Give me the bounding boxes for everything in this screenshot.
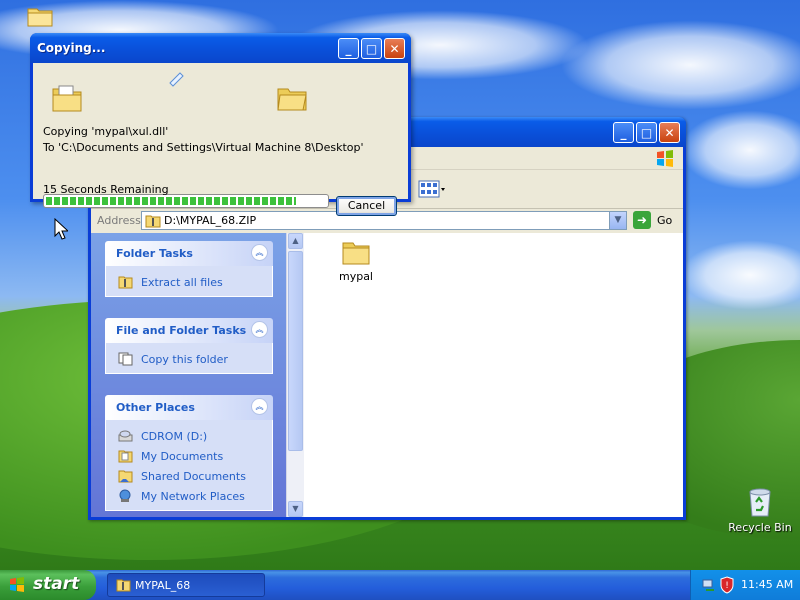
task-label: Extract all files [141,276,223,289]
extract-icon [118,276,133,289]
file-label: mypal [338,270,373,283]
progress-fill [46,197,296,205]
source-folder-icon [52,85,82,112]
task-pane: Folder Tasks ︽ Extract all files File an… [91,233,286,517]
zip-folder-icon [116,579,131,592]
close-button[interactable]: ✕ [384,38,405,59]
taskbar-item-label: MYPAL_68 [135,579,191,592]
address-dropdown-button[interactable]: ▼ [609,212,626,229]
progress-bar [43,194,329,208]
svg-text:!: ! [725,581,729,591]
taskbar-item-mypal[interactable]: MYPAL_68 [107,573,265,597]
place-my-documents[interactable]: My Documents [106,446,272,466]
vertical-scrollbar[interactable]: ▲ ▼ [286,233,304,517]
panel-body: Extract all files [105,266,273,297]
place-label: CDROM (D:) [141,430,208,443]
time-remaining: 15 Seconds Remaining [43,183,169,196]
scroll-down-button[interactable]: ▼ [288,501,303,517]
panel-folder-tasks: Folder Tasks ︽ Extract all files [105,241,273,297]
dialog-titlebar[interactable]: Copying... _ □ ✕ [30,33,411,63]
panel-title: Other Places [116,401,195,414]
folder-icon [342,242,370,265]
documents-icon [118,450,133,463]
windows-logo-icon [657,150,673,167]
panel-title: File and Folder Tasks [116,324,247,337]
copy-icon [118,352,133,366]
task-label: Copy this folder [141,353,228,366]
network-icon [119,489,131,502]
cloud [560,20,800,110]
dialog-title: Copying... [37,41,106,55]
destination-folder-icon [277,88,307,111]
views-icon [418,180,445,198]
place-my-network-places[interactable]: My Network Places [106,486,272,506]
panel-body: CDROM (D:) My Documents Shared Documents [105,420,273,511]
go-button[interactable]: ➜ Go [633,211,673,230]
views-button[interactable] [418,179,446,199]
place-label: My Documents [141,450,224,463]
shared-folder-icon [118,470,133,483]
panel-other-places: Other Places ︽ CDROM (D:) My Documents S… [105,395,273,511]
windows-flag-icon [10,577,24,592]
minimize-button[interactable]: _ [613,122,634,143]
recycle-bin-icon [749,488,771,517]
place-label: My Network Places [141,490,245,503]
copying-filename: Copying 'mypal\xul.dll' [43,125,169,138]
file-item-mypal[interactable]: mypal [326,239,386,283]
cancel-button[interactable]: Cancel [336,196,397,216]
panel-header[interactable]: Other Places ︽ [105,395,273,420]
collapse-icon[interactable]: ︽ [251,321,268,338]
panel-file-folder-tasks: File and Folder Tasks ︽ Copy this folder [105,318,273,374]
copying-destination: To 'C:\Documents and Settings\Virtual Ma… [43,141,364,154]
desktop-folder-icon[interactable] [26,5,54,30]
place-shared-documents[interactable]: Shared Documents [106,466,272,486]
recycle-bin-label: Recycle Bin [728,521,792,534]
network-tray-icon[interactable] [701,577,717,593]
go-arrow-icon: ➜ [633,211,651,229]
task-copy-this-folder[interactable]: Copy this folder [106,349,272,369]
close-button[interactable]: ✕ [659,122,680,143]
place-cdrom[interactable]: CDROM (D:) [106,426,272,446]
dialog-body: Copying 'mypal\xul.dll' To 'C:\Documents… [33,63,408,216]
system-tray: ! 11:45 AM [690,570,800,600]
panel-header[interactable]: Folder Tasks ︽ [105,241,273,266]
panel-title: Folder Tasks [116,247,193,260]
panel-header[interactable]: File and Folder Tasks ︽ [105,318,273,343]
go-label: Go [657,214,673,227]
mouse-cursor-icon [54,218,68,240]
flying-document-icon [169,72,184,87]
copying-dialog: Copying... _ □ ✕ Copying 'mypal\xul.dll'… [30,33,411,216]
cdrom-icon [118,430,133,442]
address-value: D:\MYPAL_68.ZIP [164,214,257,227]
collapse-icon[interactable]: ︽ [251,398,268,415]
scroll-thumb[interactable] [288,251,303,451]
security-shield-icon[interactable]: ! [719,576,735,594]
maximize-button[interactable]: □ [361,38,382,59]
panel-body: Copy this folder [105,343,273,374]
clock: 11:45 AM [741,578,794,591]
minimize-button[interactable]: _ [338,38,359,59]
collapse-icon[interactable]: ︽ [251,244,268,261]
task-extract-all-files[interactable]: Extract all files [106,272,272,292]
file-list: mypal [304,233,683,517]
zip-folder-icon [145,215,161,228]
maximize-button[interactable]: □ [636,122,657,143]
taskbar: start MYPAL_68 ! 11:45 AM [0,570,800,600]
cloud [680,110,800,190]
start-label: start [33,574,80,594]
address-label: Address [97,214,141,227]
start-button[interactable]: start [0,570,96,600]
place-label: Shared Documents [141,470,246,483]
scroll-up-button[interactable]: ▲ [288,233,303,249]
explorer-content: Folder Tasks ︽ Extract all files File an… [91,233,683,517]
cloud [680,240,800,310]
recycle-bin[interactable]: Recycle Bin [728,486,792,534]
